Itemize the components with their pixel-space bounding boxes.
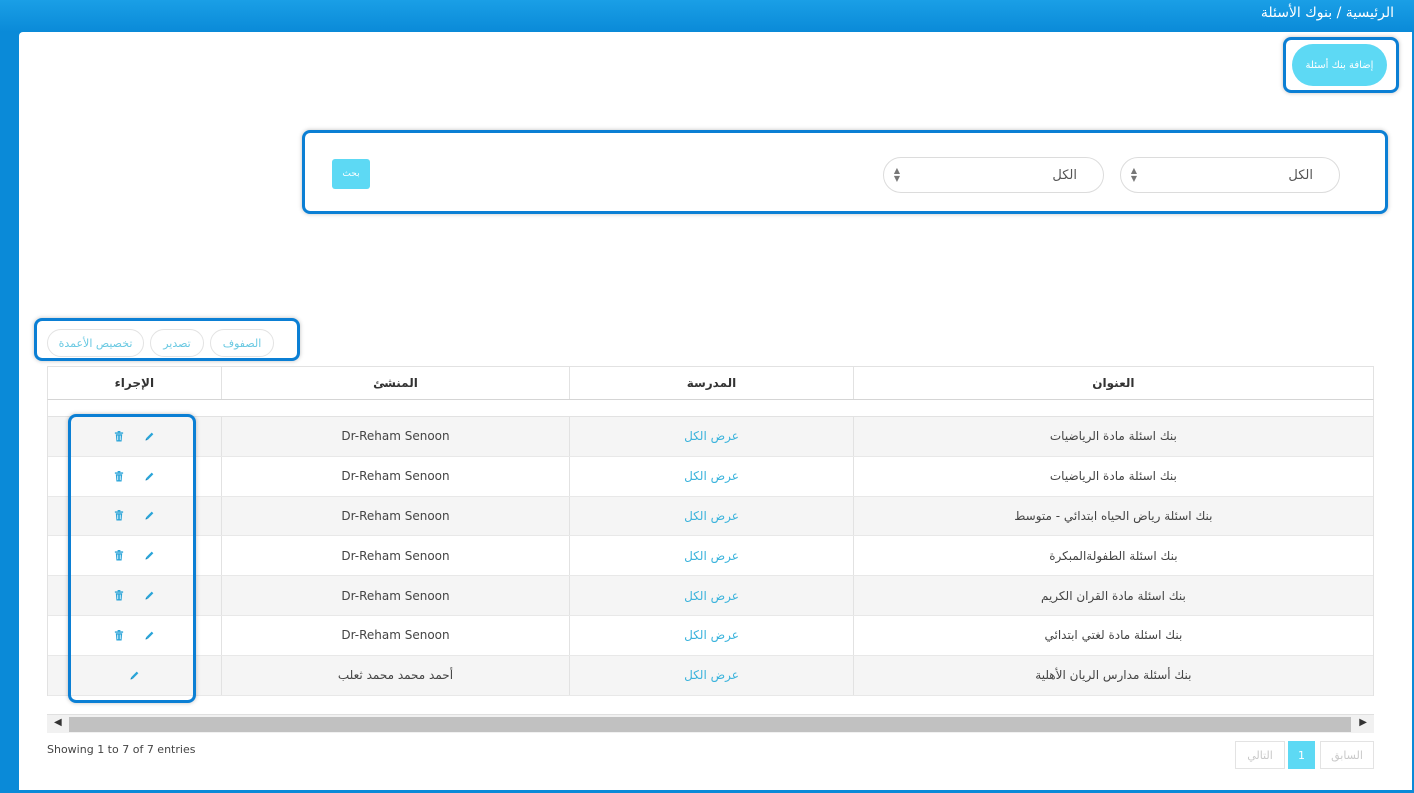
- sort-arrows-icon: ▲ ▼: [893, 166, 901, 183]
- horizontal-scrollbar[interactable]: ◀ ▶: [47, 714, 1374, 733]
- table-row: Dr-Reham Senoon عرض الكل بنك اسئلة مادة لغ…: [48, 615, 1373, 656]
- title-cell: بنك اسئلة مادة الرياضيات: [1049, 429, 1177, 444]
- top-bar: الرئيسية / بنوك الأسئلة: [0, 0, 1414, 32]
- view-all-link[interactable]: عرض الكل: [570, 576, 854, 615]
- rows-button[interactable]: الصفوف: [210, 329, 274, 357]
- next-page-button[interactable]: التالي: [1235, 741, 1285, 769]
- export-button[interactable]: تصدير: [150, 329, 204, 357]
- view-all-link[interactable]: عرض الكل: [570, 456, 854, 496]
- entries-info: Showing 1 to 7 of 7 entries: [47, 743, 196, 756]
- creator-cell: Dr-Reham Senoon: [222, 496, 571, 536]
- table-row: Dr-Reham Senoon عرض الكل بنك اسئلة مادة ال…: [48, 576, 1373, 616]
- title-cell: بنك اسئلة مادة الرياضيات: [1049, 469, 1177, 484]
- filter-select-1-value: الكل: [1288, 167, 1313, 183]
- filter-select-2-value: الكل: [1052, 167, 1077, 183]
- view-all-link[interactable]: عرض الكل: [570, 615, 854, 655]
- creator-cell: Dr-Reham Senoon: [222, 576, 571, 615]
- table-body: Dr-Reham Senoon عرض الكل بنك اسئلة مادة ال…: [47, 417, 1374, 696]
- search-button[interactable]: بحث: [332, 159, 370, 189]
- title-cell: بنك اسئلة رياض الحياه ابتدائي - متوسط: [1014, 508, 1213, 523]
- creator-cell: Dr-Reham Senoon: [222, 417, 571, 456]
- creator-cell: أحمد محمد محمد ثعلب: [222, 655, 571, 695]
- view-all-link[interactable]: عرض الكل: [570, 655, 854, 695]
- question-banks-table: الإجراء المنشئ المدرسة العنوان Dr-Reham …: [47, 366, 1374, 696]
- view-all-link[interactable]: عرض الكل: [570, 536, 854, 576]
- view-all-link[interactable]: عرض الكل: [570, 496, 854, 536]
- header-creator[interactable]: المنشئ: [222, 367, 571, 399]
- scroll-right-icon[interactable]: ▶: [1359, 717, 1367, 728]
- creator-cell: Dr-Reham Senoon: [222, 536, 571, 576]
- prev-page-button[interactable]: السابق: [1320, 741, 1374, 769]
- title-cell: بنك اسئلة مادة القران الكريم: [1040, 588, 1186, 603]
- creator-cell: Dr-Reham Senoon: [222, 456, 571, 496]
- page-1-button[interactable]: 1: [1288, 741, 1315, 769]
- customize-columns-button[interactable]: تخصيص الأعمدة: [47, 329, 144, 357]
- creator-cell: Dr-Reham Senoon: [222, 615, 571, 655]
- breadcrumb: الرئيسية / بنوك الأسئلة: [1260, 5, 1394, 21]
- table-row: أحمد محمد محمد ثعلب عرض الكل بنك أسئلة مدا…: [48, 655, 1373, 696]
- header-action[interactable]: الإجراء: [48, 367, 222, 399]
- header-title[interactable]: العنوان: [854, 367, 1373, 399]
- table-row: Dr-Reham Senoon عرض الكل بنك اسئلة مادة ال…: [48, 417, 1373, 457]
- title-cell: بنك أسئلة مدارس الريان الأهلية: [1035, 668, 1192, 683]
- scroll-left-icon[interactable]: ◀: [54, 717, 62, 728]
- header-school[interactable]: المدرسة: [570, 367, 854, 399]
- sort-arrows-icon: ▲ ▼: [1130, 166, 1138, 183]
- view-all-link[interactable]: عرض الكل: [570, 417, 854, 456]
- add-question-bank-button[interactable]: إضافة بنك أسئلة: [1292, 44, 1387, 86]
- filter-select-1[interactable]: ▲ ▼ الكل: [1120, 157, 1340, 193]
- filter-select-2[interactable]: ▲ ▼ الكل: [883, 157, 1104, 193]
- scroll-thumb[interactable]: [69, 717, 1351, 732]
- table-row: Dr-Reham Senoon عرض الكل بنك اسئلة الطفولة…: [48, 536, 1373, 577]
- table-row: Dr-Reham Senoon عرض الكل بنك اسئلة مادة ال…: [48, 456, 1373, 497]
- header-spacer: [47, 400, 1374, 417]
- table-row: Dr-Reham Senoon عرض الكل بنك اسئلة رياض ال…: [48, 496, 1373, 537]
- title-cell: بنك اسئلة الطفولةالمبكرة: [1049, 548, 1178, 563]
- title-cell: بنك اسئلة مادة لغتي ابتدائي: [1044, 628, 1183, 643]
- action-column-highlight: [68, 414, 196, 703]
- table-header: الإجراء المنشئ المدرسة العنوان: [47, 366, 1374, 400]
